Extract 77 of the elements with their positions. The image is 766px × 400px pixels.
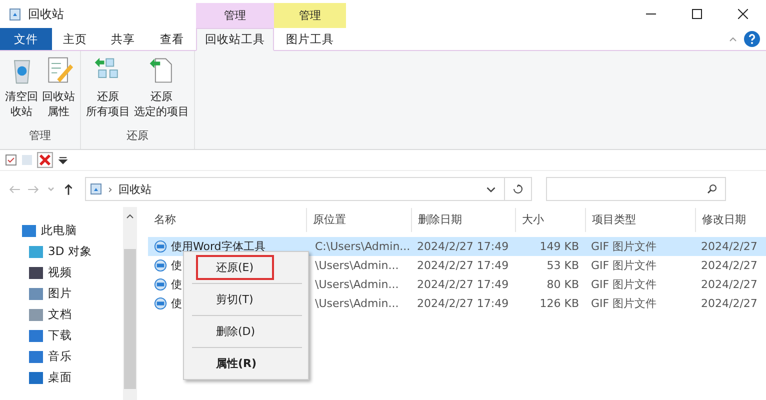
table-cell: C:\Users\Admin... — [315, 240, 410, 253]
ribbon-button[interactable]: 清空回 收站 — [3, 51, 40, 128]
ribbon-tab[interactable]: 查看 — [148, 28, 196, 50]
table-cell: 126 KB — [540, 297, 579, 310]
table-cell: 80 KB — [546, 278, 579, 291]
table-cell: GIF 图片文件 — [591, 277, 657, 292]
table-cell: \Users\Admin... — [315, 278, 399, 291]
address-bar[interactable]: › 回收站 — [85, 177, 505, 201]
sidebar-item[interactable]: 音乐 — [0, 346, 123, 367]
ribbon-tab[interactable]: 图片工具 — [274, 28, 346, 50]
table-cell: 2024/2/27 17:49 — [417, 278, 509, 291]
ribbon-button[interactable]: 还原 选定的项目 — [132, 51, 191, 128]
menu-item[interactable]: 删除(D) — [196, 319, 276, 344]
sidebar-item[interactable]: 文档 — [0, 304, 123, 325]
sidebar-item[interactable]: 3D 对象 — [0, 241, 123, 262]
table-cell: GIF 图片文件 — [591, 239, 657, 254]
gif-file-icon — [154, 278, 167, 291]
ribbon-tab[interactable]: 回收站工具 — [196, 28, 274, 51]
column-header[interactable]: 名称 — [148, 208, 306, 232]
refresh-button[interactable] — [504, 177, 532, 201]
column-header[interactable]: 修改日期 — [695, 208, 759, 232]
table-cell: GIF 图片文件 — [591, 258, 657, 273]
ribbon-button[interactable]: 还原 所有项目 — [84, 51, 132, 128]
table-cell: 2024/2/27 — [701, 240, 758, 253]
menu-item[interactable]: 还原(E) — [196, 255, 274, 280]
menu-item[interactable]: 剪切(T) — [196, 287, 274, 312]
contextual-tab-header: 管理 — [196, 3, 274, 28]
properties-icon[interactable] — [5, 154, 17, 166]
gif-file-icon — [154, 240, 167, 253]
table-cell: 2024/2/27 17:49 — [417, 259, 509, 272]
breadcrumb-separator: › — [108, 182, 112, 196]
up-icon[interactable] — [62, 182, 75, 196]
menu-item[interactable]: 属性(R) — [196, 351, 277, 376]
ribbon-group-label: 还原 — [126, 128, 148, 144]
breadcrumb-item[interactable]: 回收站 — [118, 182, 152, 196]
column-header[interactable]: 删除日期 — [411, 208, 515, 232]
table-cell: 使用Word字体工具 — [171, 239, 266, 254]
gif-file-icon — [154, 259, 167, 272]
contextual-tab-header: 管理 — [274, 3, 346, 28]
column-header[interactable]: 原位置 — [306, 208, 411, 232]
scrollbar-thumb[interactable] — [124, 249, 136, 389]
sidebar-item[interactable]: 下载 — [0, 325, 123, 346]
table-cell: 使 — [171, 277, 182, 292]
file-tab[interactable]: 文件 — [0, 28, 52, 50]
table-cell: 2024/2/27 17:49 — [417, 297, 509, 310]
table-cell: 2024/2/27 — [701, 259, 758, 272]
ribbon-button[interactable]: 回收站 属性 — [40, 51, 77, 128]
gif-file-icon — [154, 297, 167, 310]
search-field[interactable] — [546, 177, 726, 201]
sidebar-item[interactable]: 视频 — [0, 262, 123, 283]
refresh-icon — [513, 184, 523, 194]
table-cell: 2024/2/27 — [701, 278, 758, 291]
sidebar-item[interactable]: 此电脑 — [0, 220, 123, 241]
recycle-bin-icon — [8, 7, 22, 21]
table-cell: GIF 图片文件 — [591, 296, 657, 311]
column-header[interactable]: 大小 — [515, 208, 585, 232]
table-cell: 2024/2/27 17:49 — [417, 240, 509, 253]
sidebar-item[interactable]: 图片 — [0, 283, 123, 304]
table-cell: 149 KB — [540, 240, 579, 253]
window-title: 回收站 — [28, 6, 64, 22]
table-cell: 2024/2/27 — [701, 297, 758, 310]
dropdown-icon[interactable] — [57, 154, 69, 166]
sidebar-item[interactable]: 桌面 — [0, 367, 123, 388]
table-cell: 使 — [171, 296, 182, 311]
delete-icon[interactable] — [37, 152, 53, 168]
help-icon[interactable] — [744, 31, 760, 47]
ribbon-tab[interactable]: 共享 — [98, 28, 148, 50]
ribbon-group-label: 管理 — [29, 128, 51, 144]
scroll-up-icon[interactable] — [126, 213, 134, 221]
recycle-bin-icon — [90, 183, 102, 195]
search-icon — [707, 184, 717, 194]
column-header[interactable]: 项目类型 — [585, 208, 695, 232]
table-cell: \Users\Admin... — [315, 297, 399, 310]
table-cell: \Users\Admin... — [315, 259, 399, 272]
table-cell: 使 — [171, 258, 182, 273]
table-cell: 53 KB — [546, 259, 579, 272]
ribbon-tab[interactable]: 主页 — [52, 28, 98, 50]
